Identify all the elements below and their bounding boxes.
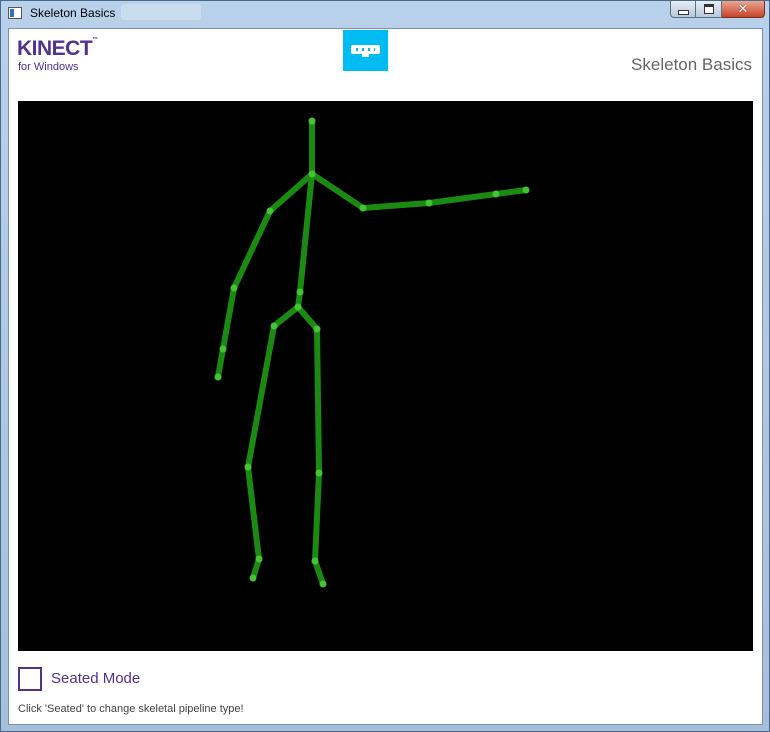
joint-shoulder-left — [266, 207, 274, 215]
title-bar[interactable]: Skeleton Basics ✕ — [1, 1, 769, 27]
joint-ankle-left — [255, 555, 263, 563]
joint-hip-right — [313, 325, 321, 333]
bone-left-shoulder — [267, 171, 315, 214]
joint-head — [308, 117, 316, 125]
kinect-logo: KINECT™ — [17, 37, 98, 61]
joint-shoulder-center — [308, 170, 316, 178]
title-bar-glass — [121, 4, 201, 20]
bone-right-hand — [493, 187, 529, 197]
logo-trademark: ™ — [92, 37, 98, 43]
joint-hand-right — [522, 186, 530, 194]
joint-elbow-left — [230, 284, 238, 292]
joint-knee-right — [315, 469, 323, 477]
joint-shoulder-right — [359, 204, 367, 212]
window-controls: ✕ — [670, 1, 765, 19]
window-title: Skeleton Basics — [30, 6, 116, 20]
joint-foot-right — [319, 580, 327, 588]
joint-wrist-right — [492, 190, 500, 198]
skeleton-joints — [214, 117, 530, 588]
logo-subtitle: for Windows — [18, 61, 79, 73]
bone-right-thigh — [314, 326, 322, 476]
page-title: Skeleton Basics — [631, 55, 752, 74]
skeleton-display — [18, 101, 753, 651]
bone-right-forearm — [426, 191, 499, 206]
app-window-icon[interactable] — [8, 7, 22, 19]
bone-right-shin — [312, 470, 322, 564]
bone-right-hip — [295, 304, 320, 332]
skeleton-bones — [215, 118, 529, 587]
bone-left-forearm — [220, 285, 237, 352]
joint-hand-left — [214, 373, 222, 381]
close-icon: ✕ — [737, 1, 749, 17]
joint-ankle-right — [311, 557, 319, 565]
app-window: Skeleton Basics ✕ KINECT™ for Windows Sk… — [0, 0, 770, 732]
status-bar-text: Click 'Seated' to change skeletal pipeli… — [18, 703, 244, 715]
joint-foot-left — [249, 574, 257, 582]
joint-hip-left — [270, 322, 278, 330]
bone-right-upper-arm — [360, 200, 432, 211]
bone-right-shoulder — [309, 171, 366, 211]
joint-wrist-left — [219, 345, 227, 353]
close-button[interactable]: ✕ — [722, 1, 765, 18]
bone-left-thigh — [245, 323, 277, 470]
seated-mode-label[interactable]: Seated Mode — [51, 670, 140, 687]
joint-knee-left — [244, 463, 252, 471]
minimize-button[interactable] — [670, 1, 696, 18]
seated-mode-checkbox[interactable] — [18, 667, 42, 691]
joint-hip-center — [294, 303, 302, 311]
bone-left-shin — [245, 464, 262, 562]
bone-right-foot — [312, 558, 326, 587]
bone-left-hip — [271, 304, 301, 329]
maximize-button[interactable] — [696, 1, 722, 18]
bone-spine-upper — [297, 171, 315, 295]
kinect-sensor-icon — [343, 30, 388, 71]
maximize-icon — [703, 4, 714, 14]
bone-left-upper-arm — [231, 208, 273, 291]
joint-spine — [296, 288, 304, 296]
minimize-icon — [677, 9, 689, 15]
skeleton-canvas — [214, 117, 530, 588]
logo-text: KINECT — [17, 37, 93, 60]
bone-left-hand — [215, 346, 226, 380]
joint-elbow-right — [425, 199, 433, 207]
client-area: KINECT™ for Windows Skeleton Basics Seat… — [8, 28, 763, 725]
